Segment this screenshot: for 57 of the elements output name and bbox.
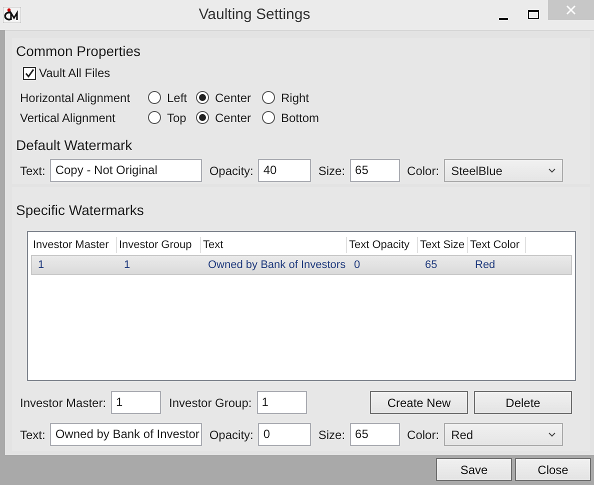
input-field[interactable]: 40 <box>258 159 312 182</box>
field-label: Text: <box>20 162 46 180</box>
field-label: Color: <box>407 162 440 180</box>
field-label: Text: <box>20 426 46 444</box>
input-field[interactable]: 1 <box>111 391 162 414</box>
field-label: Investor Master: <box>20 394 106 412</box>
input-field[interactable]: 1 <box>256 391 307 414</box>
table-cell-text: Owned by Bank of Investors <box>207 258 347 273</box>
chevron-down-icon <box>548 168 556 173</box>
color-dropdown[interactable]: SteelBlue <box>444 159 564 182</box>
maximize-icon <box>528 10 538 20</box>
radio-button[interactable]: Center <box>196 88 262 106</box>
app-logo-icon <box>3 7 21 23</box>
table-row[interactable]: 1 1 Owned by Bank of Investors 0 65 Red <box>31 255 572 275</box>
table-cell-text: 65 <box>424 258 438 273</box>
radio-button[interactable]: Right <box>262 88 332 106</box>
input-field[interactable]: Owned by Bank of Investor <box>50 423 202 446</box>
radio-button[interactable]: Left <box>148 88 196 106</box>
dialog-button[interactable]: Save <box>436 458 512 481</box>
radio-button[interactable]: Bottom <box>262 108 332 126</box>
input-field[interactable]: 0 <box>258 423 312 446</box>
radio-button[interactable]: Center <box>196 108 262 126</box>
column-header[interactable]: Text Opacity <box>347 236 418 254</box>
field-label: Color: <box>407 426 440 444</box>
radio-button[interactable]: Top <box>148 108 196 126</box>
field-label: Opacity: <box>209 426 254 444</box>
action-button[interactable]: Create New <box>370 391 468 414</box>
field-label: Size: <box>318 426 346 444</box>
column-header[interactable]: Text Size <box>418 236 468 254</box>
section-heading: Default Watermark <box>16 136 134 155</box>
column-header[interactable]: Investor Group <box>117 236 201 254</box>
table-cell-text: 1 <box>123 258 132 273</box>
table-cell-text: 1 <box>37 258 46 273</box>
field-label: Vertical Alignment <box>20 110 116 126</box>
section-heading: Specific Watermarks <box>16 201 145 220</box>
window-title: Vaulting Settings <box>198 6 310 23</box>
minimize-icon <box>498 18 508 20</box>
close-icon <box>566 5 576 15</box>
input-field[interactable]: Copy - Not Original <box>50 159 202 182</box>
color-dropdown[interactable]: Red <box>444 423 564 446</box>
table-cell-text: 0 <box>353 258 362 273</box>
field-label: Opacity: <box>209 162 254 180</box>
column-header[interactable]: Investor Master <box>31 236 117 254</box>
check-icon <box>24 68 35 78</box>
input-field[interactable]: 65 <box>350 423 400 446</box>
field-label: Horizontal Alignment <box>20 90 132 106</box>
dialog-button[interactable]: Close <box>515 458 591 481</box>
field-label: Investor Group: <box>169 394 252 412</box>
input-field[interactable]: 65 <box>350 159 400 182</box>
column-header[interactable]: Text Color <box>468 236 526 254</box>
column-header[interactable]: Text <box>201 236 347 254</box>
chevron-down-icon <box>548 432 556 437</box>
field-label: Size: <box>318 162 346 180</box>
vault-all-checkbox[interactable]: Vault All Files <box>23 64 110 82</box>
action-button[interactable]: Delete <box>474 391 572 414</box>
section-heading: Common Properties <box>16 42 142 61</box>
table-cell-text: Red <box>474 258 496 273</box>
